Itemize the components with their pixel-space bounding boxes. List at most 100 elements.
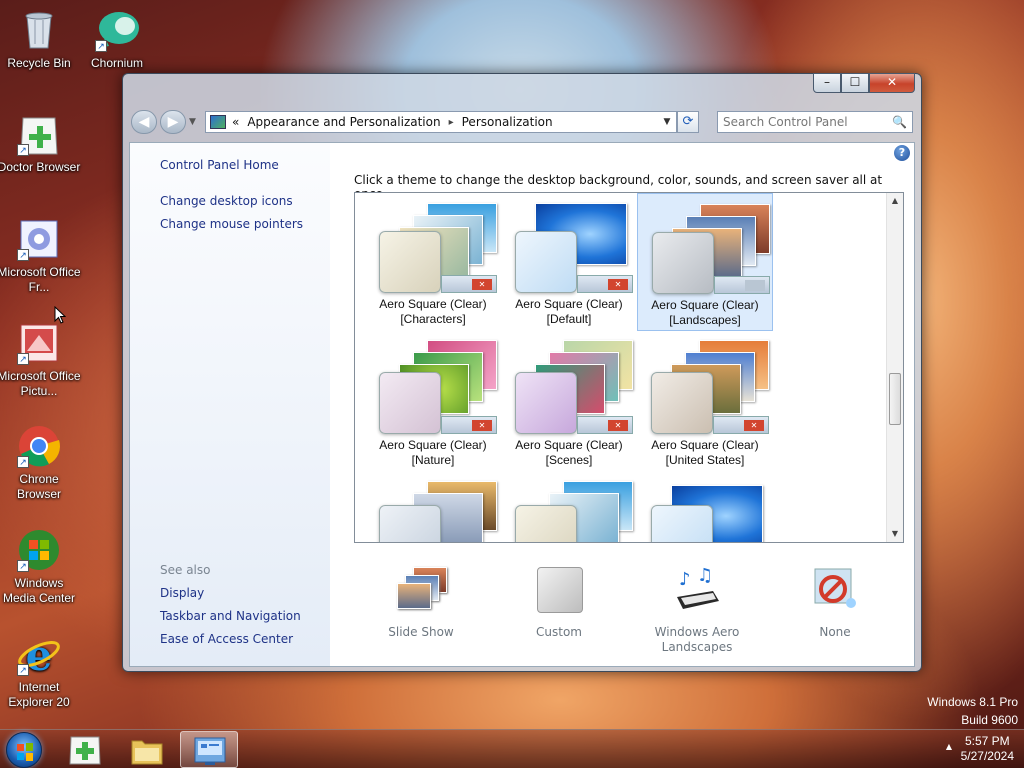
show-hidden-icons-button[interactable]: ▲	[946, 742, 952, 751]
window-color-button[interactable]: Custom	[504, 565, 614, 640]
scrollbar-thumb[interactable]	[889, 373, 901, 425]
breadcrumb-appearance[interactable]: Appearance and Personalization	[247, 115, 440, 129]
recycle-bin-icon	[17, 8, 61, 52]
close-icon	[745, 280, 765, 291]
screensaver-icon	[809, 565, 861, 617]
doctor-browser-icon	[69, 736, 101, 765]
theme-characters[interactable]: ✕ Aero Square (Clear) [Characters]	[365, 193, 501, 331]
svg-text:e: e	[26, 632, 53, 676]
change-desktop-icons-link[interactable]: Change desktop icons	[160, 194, 293, 208]
shortcut-arrow-icon: ↗	[95, 40, 107, 52]
minimize-button[interactable]: –	[813, 73, 841, 93]
mouse-cursor-icon	[54, 306, 66, 324]
search-placeholder: Search Control Panel	[723, 115, 848, 129]
theme-thumbnail	[637, 475, 773, 542]
chrome-icon: ↗	[17, 424, 61, 468]
breadcrumb-personalization[interactable]: Personalization	[462, 115, 553, 129]
theme-thumbnail: ✕	[365, 193, 501, 297]
change-mouse-pointers-link[interactable]: Change mouse pointers	[160, 217, 303, 231]
clock-time: 5:57 PM	[964, 734, 1010, 748]
media-center-icon: ↗	[17, 528, 61, 572]
address-bar[interactable]: « Appearance and Personalization ▸ Perso…	[205, 111, 677, 133]
theme-thumbnail	[365, 475, 501, 542]
personalization-window[interactable]: – ☐ ✕ ◀ ▶ ▼ « Appearance and Personaliza…	[122, 73, 922, 672]
shortcut-arrow-icon: ↗	[17, 560, 29, 572]
address-dropdown-button[interactable]: ▼	[658, 117, 676, 127]
desktop-icon-office-fr[interactable]: ↗ Microsoft Office Fr...	[0, 217, 81, 295]
custom-color-icon	[533, 565, 585, 617]
shortcut-arrow-icon: ↗	[17, 144, 29, 156]
content-area: Control Panel Home Change desktop icons …	[129, 142, 915, 667]
breadcrumb-separator-icon[interactable]: ▸	[449, 117, 454, 128]
maximize-button[interactable]: ☐	[841, 73, 869, 93]
slideshow-icon	[395, 565, 447, 617]
desktop-background-button[interactable]: Slide Show	[366, 565, 476, 640]
search-icon[interactable]: 🔍	[892, 115, 907, 129]
folder-icon	[131, 740, 163, 765]
taskbar-clock[interactable]: 5:57 PM 5/27/2024	[961, 734, 1014, 764]
theme-default[interactable]: ✕ Aero Square (Clear) [Default]	[501, 193, 637, 331]
close-icon: ✕	[472, 279, 492, 290]
theme-united-states[interactable]: ✕ Aero Square (Clear) [United States]	[637, 334, 773, 472]
taskbar-control-panel[interactable]	[180, 731, 238, 768]
help-icon[interactable]: ?	[894, 145, 910, 161]
windows-watermark: Windows 8.1 Pro Build 9600	[927, 695, 1018, 727]
navigation-bar: ◀ ▶ ▼ « Appearance and Personalization ▸…	[131, 109, 913, 135]
control-panel-icon	[194, 737, 226, 765]
sounds-button[interactable]: ♪ ♫ Windows Aero Landscapes	[642, 565, 752, 655]
close-icon: ✕	[744, 420, 764, 431]
close-icon: ✕	[608, 420, 628, 431]
refresh-button[interactable]: ⟳	[677, 111, 699, 133]
theme-scenes[interactable]: ✕ Aero Square (Clear) [Scenes]	[501, 334, 637, 472]
left-pane: Control Panel Home Change desktop icons …	[130, 143, 330, 666]
back-button[interactable]: ◀	[131, 110, 157, 134]
taskbar-file-explorer[interactable]	[118, 731, 176, 768]
recent-pages-button[interactable]: ▼	[189, 117, 201, 127]
svg-text:♫: ♫	[697, 565, 713, 586]
theme-row3-3[interactable]	[637, 475, 773, 542]
shortcut-arrow-icon: ↗	[17, 249, 29, 261]
ease-of-access-link[interactable]: Ease of Access Center	[160, 632, 293, 646]
screen-saver-button[interactable]: None	[780, 565, 890, 640]
theme-landscapes[interactable]: Aero Square (Clear) [Landscapes]	[637, 193, 773, 331]
chornium-icon: ↗	[95, 8, 139, 52]
theme-nature[interactable]: ✕ Aero Square (Clear) [Nature]	[365, 334, 501, 472]
theme-settings-bar: Slide Show Custom ♪ ♫ Windows Aero Landsc…	[354, 555, 904, 655]
desktop-icon-recycle-bin[interactable]: Recycle Bin	[0, 8, 81, 71]
display-link[interactable]: Display	[160, 586, 204, 600]
search-input[interactable]: Search Control Panel 🔍	[717, 111, 913, 133]
theme-thumbnail	[501, 475, 637, 542]
theme-thumbnail	[638, 194, 774, 298]
ie-icon: e ↗	[17, 631, 61, 680]
shortcut-arrow-icon: ↗	[17, 456, 29, 468]
address-prefix[interactable]: «	[232, 115, 239, 129]
desktop-icon-doctor-browser[interactable]: ↗ Doctor Browser	[0, 112, 81, 175]
shortcut-arrow-icon: ↗	[17, 664, 29, 676]
theme-row3-1[interactable]	[365, 475, 501, 542]
taskbar-navigation-link[interactable]: Taskbar and Navigation	[160, 609, 301, 623]
theme-thumbnail: ✕	[365, 334, 501, 438]
windows-logo-icon	[17, 743, 33, 761]
theme-gallery: ✕ Aero Square (Clear) [Characters] ✕ Aer…	[354, 192, 904, 543]
start-button[interactable]	[6, 732, 42, 768]
desktop-icon-internet-explorer[interactable]: e ↗ Internet Explorer 20	[0, 631, 81, 710]
close-icon: ✕	[472, 420, 492, 431]
close-icon: ✕	[608, 279, 628, 290]
desktop-icon-media-center[interactable]: ↗ Windows Media Center	[0, 528, 81, 606]
theme-row3-2[interactable]	[501, 475, 637, 542]
sounds-icon: ♪ ♫	[671, 565, 723, 617]
forward-button[interactable]: ▶	[160, 110, 186, 134]
svg-text:♪: ♪	[679, 569, 691, 590]
scroll-down-icon[interactable]: ▼	[887, 526, 903, 542]
doctor-browser-icon: ↗	[17, 112, 61, 156]
theme-gallery-scrollbar[interactable]: ▲ ▼	[886, 193, 903, 542]
desktop-icon-chornium[interactable]: ↗ Chornium	[75, 8, 159, 71]
scroll-up-icon[interactable]: ▲	[887, 193, 903, 209]
taskbar: ▲ 5:57 PM 5/27/2024	[0, 729, 1024, 768]
desktop-icon-chrone-browser[interactable]: ↗ Chrone Browser	[0, 424, 81, 502]
taskbar-doctor-browser[interactable]	[56, 731, 114, 768]
shortcut-arrow-icon: ↗	[17, 353, 29, 365]
desktop-icon-office-picture[interactable]: ↗ Microsoft Office Pictu...	[0, 321, 81, 399]
close-button[interactable]: ✕	[869, 73, 915, 93]
control-panel-home-link[interactable]: Control Panel Home	[160, 158, 279, 172]
